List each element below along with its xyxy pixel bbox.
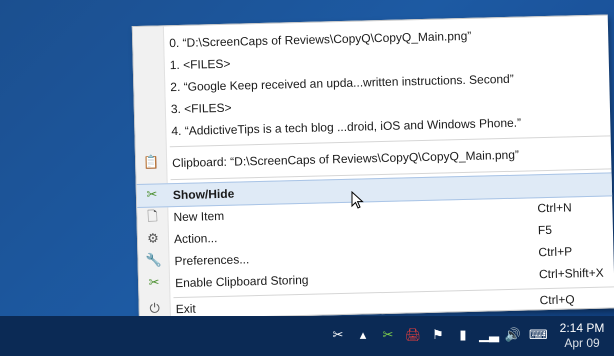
clipboard-label: Clipboard: “D:\ScreenCaps of Reviews\Cop… xyxy=(172,147,520,171)
menu-item-shortcut: Ctrl+P xyxy=(538,244,573,260)
menu-item-label: Preferences... xyxy=(174,252,250,269)
copyq-tray-menu: 0. “D:\ScreenCaps of Reviews\CopyQ\CopyQ… xyxy=(131,14,614,321)
copyq-icon: ✂ xyxy=(146,187,158,203)
system-tray: ✂ ▴ ✂ 🖨 ⚑ ▮ ▁▃ 🔊 ⌨ 2:14 PM Apr 09 xyxy=(329,316,614,356)
gear-icon: ⚙ xyxy=(147,231,160,247)
new-item-icon: 🗋 xyxy=(147,209,158,225)
copyq-icon[interactable]: ✂ xyxy=(329,327,347,345)
keyboard-icon[interactable]: ⌨ xyxy=(529,327,548,345)
flag-icon[interactable]: ⚑ xyxy=(429,327,447,345)
menu-item-shortcut: Ctrl+N xyxy=(537,200,572,216)
menu-item-shortcut: Ctrl+Q xyxy=(539,292,575,308)
menu-item-label: Exit xyxy=(175,301,196,317)
history-item-label: 4. “AddictiveTips is a tech blog ...droi… xyxy=(171,115,522,139)
menu-item-label: Action... xyxy=(173,231,218,247)
history-item-label: 1. <FILES> xyxy=(169,56,231,73)
battery-icon[interactable]: ▮ xyxy=(454,327,472,345)
copyq-icon: ✂ xyxy=(148,275,160,291)
chevron-up-icon[interactable]: ▴ xyxy=(354,327,372,345)
history-item-label: 3. <FILES> xyxy=(170,100,232,117)
copyq-icon[interactable]: ✂ xyxy=(379,327,397,345)
wrench-icon: 🔧 xyxy=(145,253,162,269)
mouse-cursor-icon xyxy=(351,191,364,209)
clock-time: 2:14 PM xyxy=(559,321,605,335)
menu-item-label: Enable Clipboard Storing xyxy=(174,272,309,291)
menu-item-label: New Item xyxy=(173,208,225,225)
printer-icon[interactable]: 🖨 xyxy=(404,327,422,345)
taskbar-clock[interactable]: 2:14 PM Apr 09 xyxy=(554,321,610,351)
clock-date: Apr 09 xyxy=(564,336,600,350)
clipboard-icon: 📋 xyxy=(142,155,160,171)
menu-item-shortcut: Ctrl+Shift+X xyxy=(538,265,604,282)
menu-item-label: Show/Hide xyxy=(172,186,235,203)
menu-item-shortcut: F5 xyxy=(537,222,553,238)
speaker-icon[interactable]: 🔊 xyxy=(504,327,522,345)
signal-icon[interactable]: ▁▃ xyxy=(479,327,499,345)
taskbar: ✂ ▴ ✂ 🖨 ⚑ ▮ ▁▃ 🔊 ⌨ 2:14 PM Apr 09 xyxy=(0,316,614,356)
